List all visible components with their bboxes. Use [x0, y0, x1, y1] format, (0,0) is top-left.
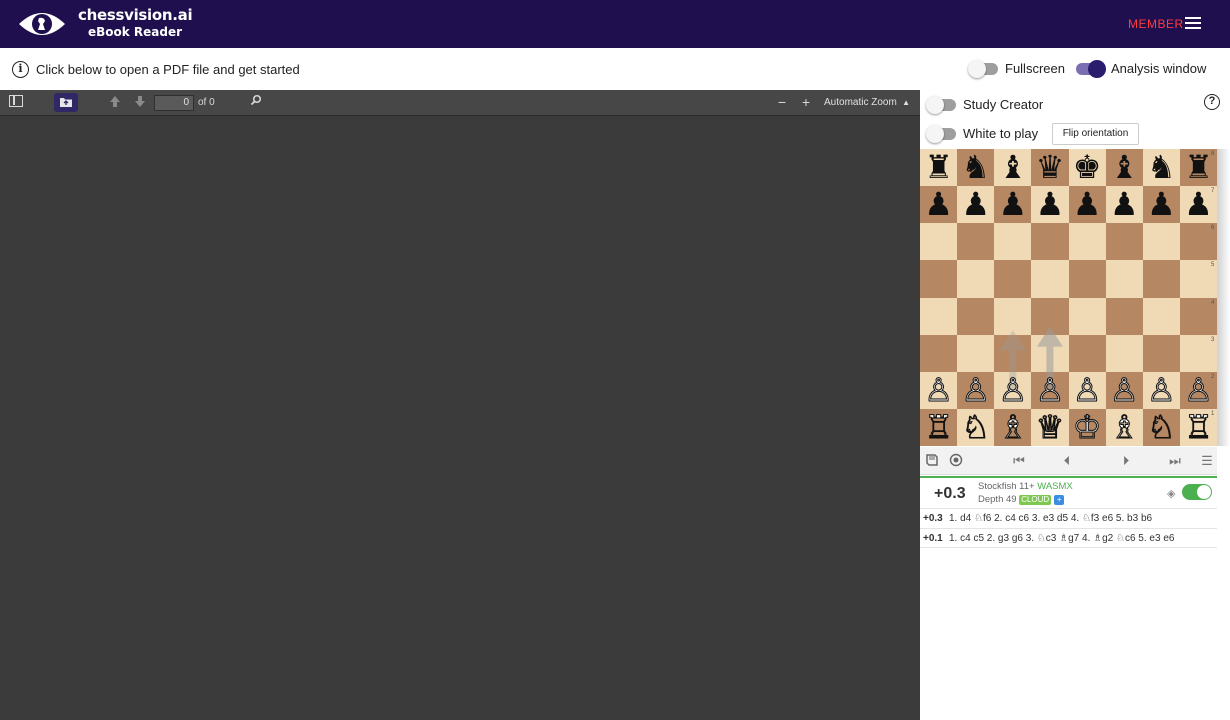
search-icon[interactable] [249, 94, 263, 110]
zoom-in-button[interactable]: + [799, 94, 813, 110]
pdf-document-area[interactable] [0, 116, 920, 720]
white-piece[interactable]: ♙ [1106, 371, 1143, 409]
black-piece[interactable]: ♟ [1069, 186, 1106, 223]
black-piece[interactable]: ♟ [957, 186, 994, 223]
white-piece[interactable]: ♖ [920, 408, 957, 446]
black-piece[interactable]: ♟ [920, 186, 957, 223]
analysis-window-toggle[interactable] [1076, 60, 1106, 78]
study-creator-toggle[interactable] [926, 96, 956, 114]
line-eval: +0.3 [923, 513, 943, 524]
top-header: chessvision.ai eBook Reader MEMBER [0, 0, 1230, 48]
line-eval: +0.1 [923, 533, 943, 544]
zoom-select-value: Automatic Zoom [824, 97, 897, 108]
folder-icon [60, 98, 72, 107]
first-move-icon[interactable]: ⏮ [1011, 453, 1027, 469]
board-controls: ⏮ ⏴ ⏵ ⏭ ☰ [920, 447, 1217, 475]
hint-arrow-head [999, 330, 1026, 351]
open-file-button[interactable] [54, 93, 78, 112]
zoom-select[interactable]: Automatic Zoom ▲ [820, 94, 914, 112]
pdf-toolbar: 0 of 0 − + Automatic Zoom ▲ [0, 90, 920, 116]
brand-title: chessvision.ai [78, 6, 193, 24]
line-moves[interactable]: 1. c4 c5 2. g3 g6 3. ♘c3 ♗g7 4. ♗g2 ♘c6 … [949, 529, 1174, 548]
sidebar-toggle-icon[interactable] [9, 95, 23, 107]
page-count: of 0 [198, 97, 215, 108]
black-piece[interactable]: ♟ [1143, 186, 1180, 223]
analysis-window-label: Analysis window [1111, 61, 1207, 76]
engine-tag: WASMX [1037, 481, 1073, 492]
engine-depth-row: Depth 49 CLOUD + [978, 494, 1065, 505]
brand-subtitle: eBook Reader [88, 25, 183, 39]
white-piece[interactable]: ♙ [1180, 371, 1217, 409]
flip-orientation-button[interactable]: Flip orientation [1052, 123, 1139, 145]
black-piece[interactable]: ♝ [994, 148, 1031, 186]
logo[interactable]: chessvision.ai eBook Reader [78, 6, 193, 39]
white-piece[interactable]: ♔ [1069, 408, 1106, 446]
black-piece[interactable]: ♝ [1106, 148, 1143, 186]
menu-icon[interactable]: ☰ [1199, 453, 1215, 469]
black-piece[interactable]: ♛ [1031, 148, 1068, 186]
hint-arrow-head [1036, 326, 1063, 347]
black-piece[interactable]: ♞ [1143, 148, 1180, 186]
black-piece[interactable]: ♞ [957, 148, 994, 186]
pdf-viewer: 0 of 0 − + Automatic Zoom ▲ [0, 90, 920, 720]
help-icon[interactable]: ? [1204, 94, 1220, 110]
white-piece[interactable]: ♙ [957, 371, 994, 409]
black-piece[interactable]: ♚ [1069, 148, 1106, 186]
engine-name: Stockfish 11+ WASMX [978, 481, 1073, 492]
member-link[interactable]: MEMBER [1128, 17, 1184, 31]
black-piece[interactable]: ♟ [994, 186, 1031, 223]
white-piece[interactable]: ♗ [994, 408, 1031, 446]
white-piece[interactable]: ♗ [1106, 408, 1143, 446]
logo-eye-icon[interactable] [17, 8, 67, 40]
crosshair-icon[interactable]: ◈ [1167, 487, 1175, 500]
white-piece[interactable]: ♙ [1143, 371, 1180, 409]
white-piece[interactable]: ♙ [1069, 371, 1106, 409]
engine-eval: +0.3 [934, 485, 966, 502]
white-to-play-label: White to play [963, 126, 1039, 141]
page-number-input[interactable]: 0 [154, 95, 194, 111]
fullscreen-label: Fullscreen [1005, 61, 1065, 76]
engine-depth: Depth 49 [978, 494, 1017, 505]
white-piece[interactable]: ♖ [1180, 408, 1217, 446]
cloud-badge: CLOUD [1019, 495, 1052, 505]
white-piece[interactable]: ♙ [920, 371, 957, 409]
book-icon[interactable] [924, 453, 940, 470]
study-creator-label: Study Creator [963, 97, 1044, 112]
engine-name-text: Stockfish 11+ [978, 481, 1035, 492]
last-move-icon[interactable]: ⏭ [1167, 453, 1183, 469]
chess-board[interactable]: 8 7 6 5 4 3 2 1 ♜ ♞ ♝ ♛ ♚ ♝ ♞ ♜ ♟ ♟ ♟ ♟ ♟ ♟ ♟ ♟ ♙ ♙ ♙ ♙ ♙ ♙ ♙ ♙ ♖ ♘ ♗ ♕ ♔ ♗ ♘ ♖ [920, 148, 1217, 446]
engine-panel: +0.3 Stockfish 11+ WASMX Depth 49 CLOUD +… [920, 476, 1217, 508]
white-piece[interactable]: ♙ [994, 371, 1031, 409]
info-message: Click below to open a PDF file and get s… [36, 62, 300, 77]
engine-line[interactable]: +0.3 1. d4 ♘f6 2. c4 c6 3. e3 d5 4. ♘f3 … [920, 508, 1217, 528]
black-piece[interactable]: ♜ [1180, 148, 1217, 186]
zoom-out-button[interactable]: − [775, 94, 789, 110]
info-icon: i [12, 61, 29, 78]
next-page-icon[interactable] [133, 94, 147, 112]
select-caret-icon: ▲ [902, 98, 910, 107]
fullscreen-toggle[interactable] [968, 60, 998, 78]
line-moves[interactable]: 1. d4 ♘f6 2. c4 c6 3. e3 d5 4. ♘f3 e6 5.… [949, 509, 1152, 528]
engine-line[interactable]: +0.1 1. c4 c5 2. g3 g6 3. ♘c3 ♗g7 4. ♗g2… [920, 528, 1217, 548]
black-piece[interactable]: ♟ [1180, 186, 1217, 223]
previous-move-icon[interactable]: ⏴ [1059, 453, 1075, 469]
black-piece[interactable]: ♜ [920, 148, 957, 186]
white-piece[interactable]: ♙ [1031, 371, 1068, 409]
white-to-play-toggle[interactable] [926, 125, 956, 143]
white-piece[interactable]: ♘ [957, 408, 994, 446]
white-piece[interactable]: ♕ [1031, 408, 1068, 446]
target-icon[interactable] [948, 453, 964, 471]
black-piece[interactable]: ♟ [1031, 186, 1068, 223]
add-line-button[interactable]: + [1054, 495, 1065, 505]
white-piece[interactable]: ♘ [1143, 408, 1180, 446]
engine-toggle[interactable] [1182, 484, 1212, 500]
previous-page-icon[interactable] [108, 94, 122, 112]
board-edge-shadow [1217, 149, 1230, 446]
hamburger-icon[interactable] [1185, 17, 1201, 29]
next-move-icon[interactable]: ⏵ [1118, 453, 1134, 469]
black-piece[interactable]: ♟ [1106, 186, 1143, 223]
